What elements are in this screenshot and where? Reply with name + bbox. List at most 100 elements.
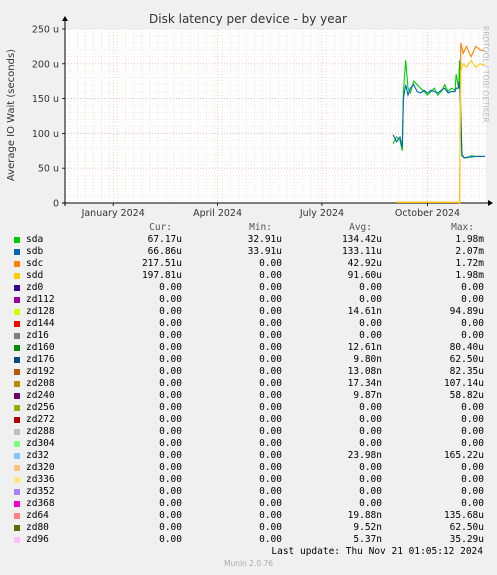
legend-name: sda — [26, 234, 44, 245]
legend-name: zd336 — [26, 474, 55, 485]
legend-avg: 91.60u — [347, 270, 382, 281]
legend-min: 0.00 — [259, 414, 282, 425]
legend-avg: 0.00 — [359, 486, 382, 497]
legend-max: 135.68u — [443, 510, 484, 521]
legend-max: 1.72m — [455, 258, 484, 269]
legend-min: 0.00 — [259, 378, 282, 389]
legend-row: zd128 0.00 0.00 14.61n 94.89u — [0, 306, 497, 318]
x-tick-label: April 2024 — [193, 208, 242, 219]
legend-swatch — [14, 441, 20, 447]
legend-cur: 0.00 — [159, 402, 182, 413]
legend-swatch — [14, 513, 20, 519]
legend-swatch — [14, 369, 20, 375]
legend-name: zd320 — [26, 462, 55, 473]
legend-swatch — [14, 249, 20, 255]
legend-max: 35.29u — [449, 534, 484, 545]
legend-row: zd304 0.00 0.00 0.00 0.00 — [0, 438, 497, 450]
legend-name: sdb — [26, 246, 44, 257]
legend-max: 1.98m — [455, 270, 484, 281]
legend-cur: 0.00 — [159, 510, 182, 521]
legend-max: 58.82u — [449, 390, 484, 401]
legend-row: zd32 0.00 0.00 23.98n 165.22u — [0, 450, 497, 462]
legend-name: zd32 — [26, 450, 49, 461]
legend-row: sdb 66.86u 33.91u 133.11u 2.07m — [0, 246, 497, 258]
legend-swatch — [14, 477, 20, 483]
y-tick-label: 0 — [53, 199, 59, 210]
legend-row: zd112 0.00 0.00 0.00 0.00 — [0, 294, 497, 306]
legend-max: 0.00 — [461, 330, 484, 341]
legend-min: 0.00 — [259, 306, 282, 317]
legend-header-max: Max: — [451, 222, 474, 233]
chart-title: Disk latency per device - by year — [149, 12, 347, 26]
legend-cur: 0.00 — [159, 426, 182, 437]
legend-avg: 0.00 — [359, 414, 382, 425]
legend-swatch — [14, 501, 20, 507]
legend-max: 94.89u — [449, 306, 484, 317]
legend-cur: 0.00 — [159, 306, 182, 317]
legend-min: 0.00 — [259, 522, 282, 533]
legend-swatch — [14, 405, 20, 411]
legend-min: 0.00 — [259, 294, 282, 305]
legend-swatch — [14, 393, 20, 399]
y-axis-arrow — [62, 16, 68, 21]
x-tick-label: January 2024 — [81, 208, 145, 219]
legend-swatch — [14, 273, 20, 279]
legend-max: 82.35u — [449, 366, 484, 377]
legend-avg: 0.00 — [359, 462, 382, 473]
legend-min: 0.00 — [259, 366, 282, 377]
legend-row: zd160 0.00 0.00 12.61n 80.40u — [0, 342, 497, 354]
legend-min: 0.00 — [259, 390, 282, 401]
legend-row: zd256 0.00 0.00 0.00 0.00 — [0, 402, 497, 414]
legend-swatch — [14, 489, 20, 495]
legend-avg: 0.00 — [359, 402, 382, 413]
legend-min: 0.00 — [259, 342, 282, 353]
legend-cur: 0.00 — [159, 414, 182, 425]
legend-cur: 66.86u — [147, 246, 182, 257]
legend-min: 32.91u — [247, 234, 282, 245]
legend-avg: 0.00 — [359, 282, 382, 293]
legend-avg: 0.00 — [359, 426, 382, 437]
legend-max: 107.14u — [443, 378, 484, 389]
legend-max: 0.00 — [461, 498, 484, 509]
legend-name: zd128 — [26, 306, 55, 317]
legend-swatch — [14, 381, 20, 387]
legend-row: zd368 0.00 0.00 0.00 0.00 — [0, 498, 497, 510]
legend-avg: 134.42u — [341, 234, 382, 245]
legend-header-min: Min: — [249, 222, 272, 233]
last-update: Last update: Thu Nov 21 01:05:12 2024 — [271, 546, 483, 557]
legend-cur: 0.00 — [159, 342, 182, 353]
legend-min: 0.00 — [259, 486, 282, 497]
legend-name: zd64 — [26, 510, 49, 521]
legend-min: 0.00 — [259, 474, 282, 485]
legend-swatch — [14, 465, 20, 471]
y-tick-label: 200 u — [32, 59, 59, 70]
legend-avg: 9.80n — [353, 354, 382, 365]
legend-cur: 0.00 — [159, 474, 182, 485]
chart: 0 50 u 100 u 150 u 200 u 250 u January 2024 Ap… — [6, 12, 493, 219]
legend-avg: 23.98n — [347, 450, 382, 461]
legend-cur: 0.00 — [159, 498, 182, 509]
legend-max: 165.22u — [443, 450, 484, 461]
legend-min: 0.00 — [259, 330, 282, 341]
legend-max: 0.00 — [461, 282, 484, 293]
y-axis-label: Average IO Wait (seconds) — [6, 49, 17, 181]
munin-version: Munin 2.0.76 — [223, 559, 274, 568]
legend-swatch — [14, 285, 20, 291]
legend-cur: 0.00 — [159, 330, 182, 341]
legend-cur: 0.00 — [159, 462, 182, 473]
legend-avg: 9.87n — [353, 390, 382, 401]
legend-avg: 133.11u — [341, 246, 382, 257]
legend-row: zd272 0.00 0.00 0.00 0.00 — [0, 414, 497, 426]
legend-avg: 9.52n — [353, 522, 382, 533]
legend-row: zd240 0.00 0.00 9.87n 58.82u — [0, 390, 497, 402]
rrdtool-credit: RRDTOOL / TOBI OETIKER — [481, 26, 490, 123]
legend-row: zd352 0.00 0.00 0.00 0.00 — [0, 486, 497, 498]
legend-min: 0.00 — [259, 426, 282, 437]
legend-name: zd352 — [26, 486, 55, 497]
legend-cur: 197.81u — [141, 270, 182, 281]
legend-avg: 0.00 — [359, 318, 382, 329]
legend-row: zd96 0.00 0.00 5.37n 35.29u — [0, 534, 497, 546]
legend-cur: 0.00 — [159, 534, 182, 545]
x-tick-label: October 2024 — [395, 208, 460, 219]
legend-cur: 0.00 — [159, 282, 182, 293]
